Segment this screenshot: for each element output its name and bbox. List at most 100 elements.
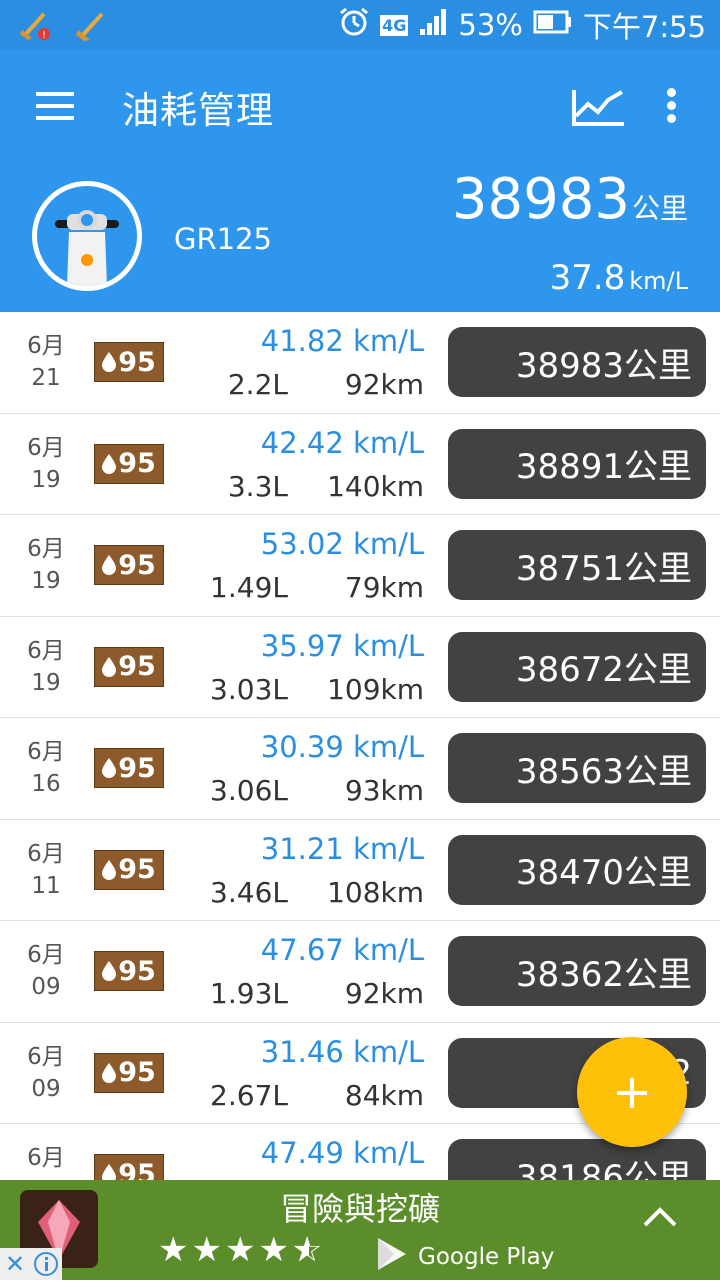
list-item[interactable]: 6月 19 95 53.02 km/L 1.49L 79km 38751公里: [0, 515, 720, 617]
record-month: 6月: [27, 840, 65, 867]
record-odometer-label: 38983公里: [515, 345, 692, 386]
list-item[interactable]: 6月 09 95 47.67 km/L 1.93L 92km 38362公里: [0, 921, 720, 1023]
fuel-type-badge: 95: [94, 342, 164, 382]
average-efficiency-unit: km/L: [629, 267, 688, 295]
fuel-drop-icon: [102, 859, 117, 880]
list-item[interactable]: 6月 19 95 42.42 km/L 3.3L 140km 38891公里: [0, 414, 720, 515]
record-efficiency: 53.02 km/L: [260, 527, 424, 561]
page-title: 油耗管理: [122, 89, 274, 132]
vehicle-avatar[interactable]: [32, 181, 142, 291]
record-date: 6月 16: [20, 736, 72, 800]
record-date: 6月 19: [20, 432, 72, 496]
record-odometer-button[interactable]: 38563公里: [448, 733, 706, 803]
app-header: 油耗管理 GR125 38983公里 37.8 km/L: [0, 50, 720, 312]
battery-icon: [533, 8, 573, 42]
record-odometer-button[interactable]: 38672公里: [448, 631, 706, 702]
fuel-drop-icon: [102, 656, 117, 677]
record-month: 6月: [27, 536, 65, 562]
fuel-type-label: 95: [118, 1057, 156, 1088]
google-play-badge[interactable]: Google Play: [376, 1236, 554, 1278]
record-month: 6月: [27, 1043, 65, 1070]
fuel-drop-icon: [102, 352, 117, 372]
fuel-drop-icon: [102, 1062, 117, 1083]
record-distance: 92km: [344, 977, 424, 1010]
record-liters: 1.49L: [210, 571, 288, 604]
cleaner-notification-icon: !: [18, 8, 52, 42]
record-efficiency: 42.42 km/L: [260, 425, 424, 460]
close-ad-icon[interactable]: ✕: [0, 1248, 30, 1280]
ad-banner[interactable]: 冒險與挖礦 ★★★★☆★ Google Play: [0, 1180, 720, 1280]
record-month: 6月: [27, 434, 65, 461]
battery-percent: 53%: [458, 8, 523, 42]
fuel-type-badge: 95: [94, 646, 164, 687]
record-date: 6月 09: [20, 1041, 72, 1105]
record-distance: 84km: [344, 1078, 424, 1112]
record-date: 6月 09: [20, 939, 72, 1003]
fuel-type-label: 95: [118, 448, 156, 479]
rating-stars-icon: ★★★★☆★: [158, 1230, 326, 1270]
record-date: 6月 21: [20, 330, 72, 394]
record-efficiency: 41.82 km/L: [260, 324, 424, 358]
record-liters: 3.03L: [210, 672, 288, 706]
record-liters: 3.46L: [210, 875, 288, 909]
list-item[interactable]: 6月 19 95 35.97 km/L 3.03L 109km 38672公里: [0, 617, 720, 718]
record-odometer-button[interactable]: 38470公里: [448, 834, 706, 905]
record-efficiency: 31.46 km/L: [260, 1034, 424, 1069]
list-item[interactable]: 6月 21 95 41.82 km/L 2.2L 92km 38983公里: [0, 312, 720, 414]
google-play-label: Google Play: [418, 1244, 555, 1270]
clock: 下午7:55: [582, 10, 706, 44]
record-odometer-button[interactable]: 38983公里: [448, 327, 706, 397]
record-efficiency: 47.49 km/L: [260, 1136, 424, 1170]
record-liters: 2.2L: [227, 368, 288, 401]
fuel-type-label: 95: [118, 752, 156, 784]
record-odometer-label: 38891公里: [515, 447, 692, 487]
record-date: 6月 19: [20, 635, 72, 699]
fuel-drop-icon: [102, 453, 117, 474]
record-efficiency: 31.21 km/L: [260, 831, 424, 866]
record-date: 6月 11: [20, 838, 72, 902]
add-icon: +: [611, 1064, 653, 1120]
chart-icon[interactable]: [570, 86, 626, 128]
record-month: 6月: [27, 1145, 65, 1171]
fuel-type-badge: 95: [94, 951, 164, 991]
record-day: 09: [31, 974, 61, 1000]
fuel-type-label: 95: [118, 955, 156, 987]
add-record-button[interactable]: +: [577, 1037, 687, 1147]
record-distance: 79km: [344, 571, 424, 604]
record-efficiency: 47.67 km/L: [260, 933, 424, 967]
fuel-type-label: 95: [118, 854, 156, 885]
record-month: 6月: [27, 333, 65, 359]
record-day: 16: [31, 771, 61, 797]
network-4g-icon: 4G: [380, 14, 409, 36]
fuel-type-label: 95: [118, 549, 156, 581]
record-distance: 140km: [327, 469, 424, 503]
record-odometer-button[interactable]: 38891公里: [448, 428, 706, 499]
menu-icon[interactable]: [36, 90, 76, 122]
record-date: 6月 19: [20, 533, 72, 597]
record-odometer-button[interactable]: 38362公里: [448, 936, 706, 1006]
fuel-type-badge: 95: [94, 849, 164, 890]
record-liters: 3.3L: [227, 469, 288, 503]
chevron-up-icon[interactable]: [642, 1204, 678, 1228]
record-odometer-label: 38362公里: [515, 954, 692, 995]
list-item[interactable]: 6月 11 95 31.21 km/L 3.46L 108km 38470公里: [0, 820, 720, 921]
record-day: 19: [31, 466, 61, 493]
record-odometer-label: 38563公里: [515, 751, 692, 792]
more-options-icon[interactable]: [664, 88, 678, 128]
fuel-drop-icon: [102, 555, 117, 575]
record-distance: 109km: [327, 672, 424, 706]
record-odometer-label: 38672公里: [515, 650, 692, 690]
record-month: 6月: [27, 637, 65, 664]
ad-title: 冒險與挖礦: [279, 1190, 440, 1228]
fuel-drop-icon: [102, 758, 117, 778]
record-efficiency: 30.39 km/L: [260, 730, 424, 764]
ad-info-icon[interactable]: [30, 1248, 62, 1280]
record-day: 19: [31, 568, 61, 594]
fuel-type-badge: 95: [94, 545, 164, 585]
record-odometer-button[interactable]: 38751公里: [448, 530, 706, 600]
alarm-icon: [338, 6, 370, 45]
record-day: 11: [31, 872, 61, 899]
list-item[interactable]: 6月 16 95 30.39 km/L 3.06L 93km 38563公里: [0, 718, 720, 820]
record-liters: 3.06L: [210, 774, 288, 807]
record-day: 21: [31, 365, 61, 391]
